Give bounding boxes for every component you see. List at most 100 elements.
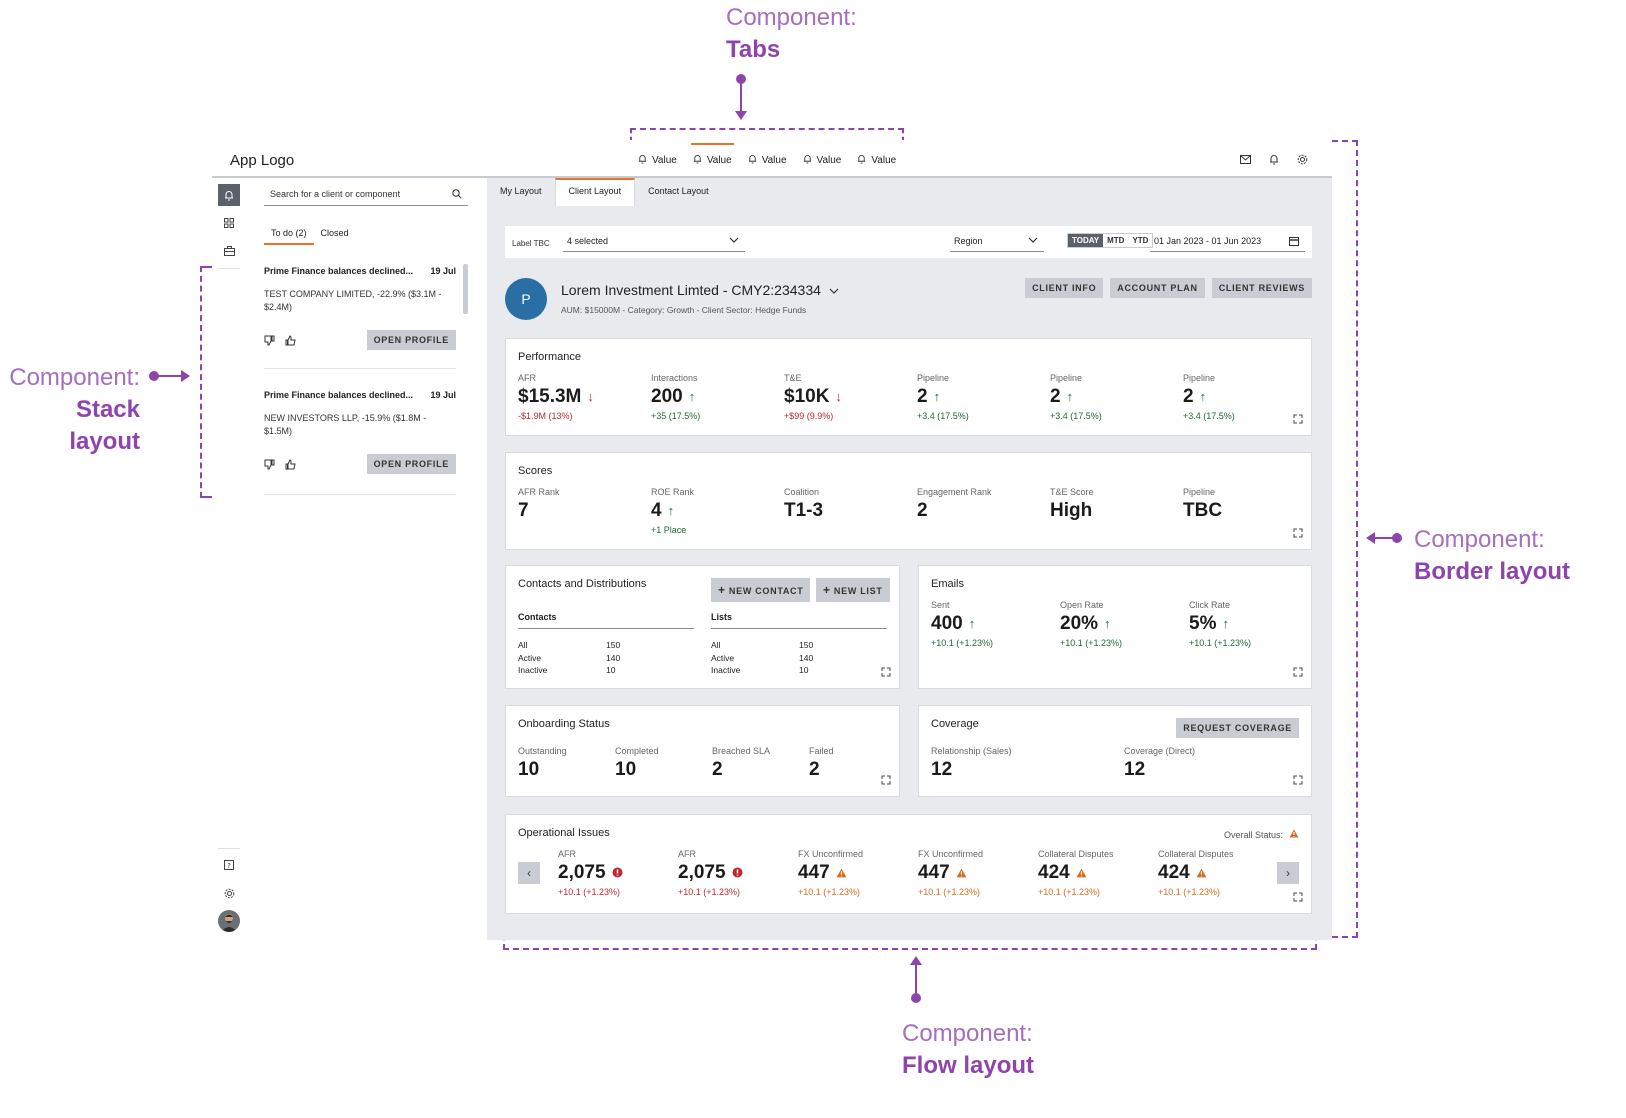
rail-settings[interactable]: [218, 882, 240, 904]
tab-closed[interactable]: Closed: [314, 228, 356, 245]
client-info-button[interactable]: CLIENT INFO: [1025, 278, 1104, 298]
expand-icon[interactable]: [1293, 411, 1303, 429]
main-content: My Layout Client Layout Contact Layout L…: [487, 178, 1332, 940]
bell-icon[interactable]: [1269, 154, 1279, 165]
metric-label: Completed: [615, 746, 659, 756]
stack-tabs: To do (2) Closed: [264, 228, 356, 245]
rail-portfolio[interactable]: [218, 240, 240, 262]
annotation-prefix: Component:: [902, 1020, 1033, 1047]
calendar-icon[interactable]: [1289, 236, 1299, 248]
thumbs-up-icon[interactable]: [285, 458, 296, 470]
expand-icon[interactable]: [881, 664, 891, 682]
client-subtitle: AUM: $15000M - Category: Growth - Client…: [561, 305, 807, 315]
gear-icon[interactable]: [1297, 154, 1308, 165]
lists-table-header: Lists: [711, 612, 887, 629]
emails-panel: Emails Sent 400 ↑ +10.1 (+1.23%) Open Rate 20…: [918, 565, 1312, 689]
warning-icon: [836, 862, 847, 884]
metric-label: FX Unconfirmed: [918, 849, 984, 859]
top-tabs: Value Value Value Value Value: [630, 143, 904, 168]
carousel-prev-button[interactable]: ‹: [518, 862, 540, 884]
warning-icon: [1289, 829, 1299, 840]
error-icon: [732, 862, 743, 884]
metric-value: 2: [1050, 386, 1061, 407]
metric-value-row: 7: [518, 500, 560, 522]
client-reviews-button[interactable]: CLIENT REVIEWS: [1211, 278, 1312, 298]
metric-delta: +10.1 (+1.23%): [798, 887, 861, 897]
thumbs-down-icon[interactable]: [264, 335, 275, 346]
metric-value-row: 200 ↑: [651, 386, 700, 408]
client-name[interactable]: Lorem Investment Limted - CMY2:234334: [561, 282, 839, 298]
error-icon: [612, 862, 623, 884]
top-tab[interactable]: Value: [795, 152, 850, 168]
metric-label: AFR: [558, 849, 576, 859]
plus-icon: +: [823, 583, 831, 597]
metric-value-row: 10: [518, 759, 567, 781]
open-profile-button[interactable]: OPEN PROFILE: [366, 330, 456, 350]
annotation-arrow: [181, 370, 190, 382]
top-icons: [1240, 154, 1308, 165]
metric-label: AFR Rank: [518, 487, 560, 497]
scrollbar[interactable]: [463, 264, 468, 314]
region-dropdown[interactable]: Region: [950, 232, 1044, 252]
annotation-name: Flow layout: [902, 1052, 1034, 1079]
top-tab[interactable]: Value: [685, 143, 740, 168]
period-ytd[interactable]: YTD: [1128, 234, 1152, 247]
top-tab[interactable]: Value: [849, 152, 904, 168]
top-tab[interactable]: Value: [740, 152, 795, 168]
tab-my-layout[interactable]: My Layout: [487, 178, 555, 206]
tab-todo[interactable]: To do (2): [264, 228, 314, 245]
tab-contact-layout[interactable]: Contact Layout: [635, 178, 722, 206]
search-input[interactable]: Search for a client or component: [264, 184, 468, 206]
search-icon[interactable]: [452, 189, 462, 201]
metric-value-row: 10: [615, 759, 659, 781]
date-range-picker[interactable]: 01 Jan 2023 - 01 Jun 2023: [1150, 232, 1305, 252]
mail-icon[interactable]: [1240, 154, 1251, 165]
thumbs-down-icon[interactable]: [264, 459, 275, 470]
rail-dashboard[interactable]: [218, 212, 240, 234]
rail-help[interactable]: ?: [218, 854, 240, 876]
app-logo[interactable]: App Logo: [230, 152, 294, 169]
account-plan-button[interactable]: ACCOUNT PLAN: [1110, 278, 1205, 298]
table-row: All 150: [711, 640, 814, 650]
user-avatar[interactable]: [218, 910, 240, 932]
card-title-row: Prime Finance balances declined... 19 Ju…: [264, 266, 456, 276]
metric: AFR $15.3M ↓ -$1.9M (13%): [518, 373, 594, 421]
warning-icon: [1196, 862, 1207, 884]
annotation-line: [155, 375, 181, 377]
annotation-dot: [911, 993, 921, 1003]
arrow-up-icon: ↑: [1222, 616, 1229, 631]
rail-notifications[interactable]: [218, 184, 240, 206]
tab-client-layout[interactable]: Client Layout: [554, 178, 636, 206]
chevron-down-icon[interactable]: [829, 282, 839, 298]
help-icon: ?: [224, 860, 234, 870]
metric: Sent 400 ↑ +10.1 (+1.23%): [931, 600, 993, 648]
gear-icon: [224, 888, 234, 898]
top-tab[interactable]: Value: [630, 152, 685, 168]
new-contact-button[interactable]: + NEW CONTACT: [711, 578, 811, 602]
panel-title: Contacts and Distributions: [518, 578, 647, 590]
search-placeholder: Search for a client or component: [270, 189, 401, 199]
expand-icon[interactable]: [1293, 664, 1303, 682]
metric-label: Breached SLA: [712, 746, 771, 756]
metric-value: 12: [1124, 759, 1146, 780]
metric-delta: +3.4 (17.5%): [917, 411, 969, 421]
new-list-button[interactable]: + NEW LIST: [816, 578, 890, 602]
multi-select-dropdown[interactable]: 4 selected: [563, 232, 745, 252]
top-tab-label: Value: [652, 154, 677, 166]
thumbs-up-icon[interactable]: [285, 334, 296, 346]
open-profile-button[interactable]: OPEN PROFILE: [366, 454, 456, 474]
client-header: P Lorem Investment Limted - CMY2:234334 …: [505, 278, 1312, 322]
period-mtd[interactable]: MTD: [1103, 234, 1128, 247]
carousel-next-button[interactable]: ›: [1277, 862, 1299, 884]
metric: Open Rate 20% ↑ +10.1 (+1.23%): [1060, 600, 1122, 648]
top-tab-label: Value: [816, 154, 842, 166]
bell-icon: [693, 154, 702, 167]
request-coverage-button[interactable]: REQUEST COVERAGE: [1176, 718, 1299, 738]
period-today[interactable]: TODAY: [1068, 234, 1104, 247]
metric-value: TBC: [1183, 500, 1223, 521]
contacts-panel: Contacts and Distributions + NEW CONTACT…: [505, 565, 900, 689]
expand-icon[interactable]: [1293, 525, 1303, 543]
expand-icon[interactable]: [1293, 889, 1303, 907]
expand-icon[interactable]: [1293, 772, 1303, 790]
expand-icon[interactable]: [881, 772, 891, 790]
